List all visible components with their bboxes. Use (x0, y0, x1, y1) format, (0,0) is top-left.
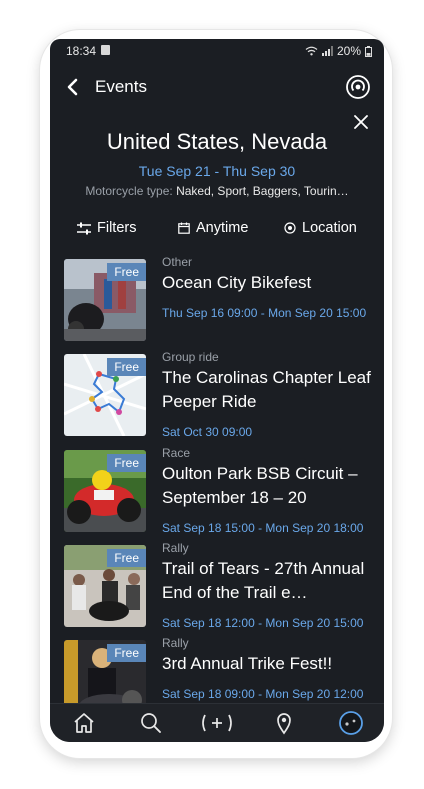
region-title: United States, Nevada (106, 129, 328, 154)
event-datetime: Sat Sep 18 15:00 - Mon Sep 20 18:00 (162, 521, 364, 535)
event-datetime: Sat Sep 18 09:00 - Mon Sep 20 12:00 (162, 687, 364, 701)
event-title: Oulton Park BSB Circuit – September 18 –… (162, 464, 358, 507)
event-title: The Carolinas Chapter Leaf Peeper Ride (162, 368, 371, 411)
event-thumbnail: Free (64, 545, 146, 627)
filters-button[interactable]: Filters (77, 220, 136, 236)
time-filter-button[interactable]: Anytime (178, 220, 248, 236)
profile-icon[interactable] (337, 709, 365, 737)
battery-icon (365, 45, 372, 57)
event-category: Group ride (162, 350, 219, 364)
status-right: 20% (305, 44, 372, 58)
location-filter-button[interactable]: Location (284, 220, 357, 236)
free-badge: Free (107, 644, 146, 662)
free-badge: Free (107, 263, 146, 281)
add-icon[interactable] (199, 709, 235, 737)
location-filter-label: Location (302, 220, 357, 236)
event-title: Ocean City Bikefest (162, 273, 312, 292)
home-icon[interactable] (70, 709, 98, 737)
app-bar: Events (50, 69, 384, 107)
filter-bar: Filters Anytime Location (50, 217, 384, 243)
search-icon[interactable] (137, 709, 165, 737)
signal-icon (321, 46, 333, 56)
free-badge: Free (107, 454, 146, 472)
calendar-icon (178, 222, 190, 234)
event-datetime: Sat Sep 18 12:00 - Mon Sep 20 15:00 (162, 616, 364, 630)
chevron-left-icon[interactable] (64, 77, 84, 97)
free-badge: Free (107, 549, 146, 567)
event-category: Rally (162, 636, 189, 650)
app-screen: 18:34 20% Events United States, Nevada T… (50, 39, 384, 742)
bottom-nav (50, 703, 384, 742)
event-card[interactable]: Free Rally Trail of Tears - 27th Annual … (64, 541, 382, 630)
free-badge: Free (107, 358, 146, 376)
status-time: 18:34 (66, 44, 97, 58)
event-category: Race (162, 446, 191, 460)
event-title: 3rd Annual Trike Fest!! (162, 654, 333, 673)
motorcycle-type-value: Naked, Sport, Baggers, Tourin… (176, 184, 349, 198)
notification-icon (101, 45, 110, 55)
event-category: Other (162, 255, 193, 269)
date-range: Tue Sep 21 - Thu Sep 30 (138, 163, 296, 179)
time-filter-label: Anytime (196, 220, 249, 236)
event-thumbnail: Free (64, 259, 146, 341)
map-pin-icon[interactable] (270, 709, 298, 737)
page-title: Events (95, 77, 147, 96)
wifi-icon (305, 46, 318, 56)
event-card[interactable]: Free Other Ocean City Bikefest Thu Sep 1… (64, 255, 382, 341)
event-category: Rally (162, 541, 189, 555)
event-datetime: Sat Oct 30 09:00 (162, 425, 253, 439)
event-datetime: Thu Sep 16 09:00 - Mon Sep 20 15:00 (162, 306, 367, 320)
filters-label: Filters (97, 220, 137, 236)
location-target-icon (284, 222, 296, 234)
event-card[interactable]: Free Group ride The Carolinas Chapter Le… (64, 350, 382, 439)
motorcycle-type-label: Motorcycle type: (85, 184, 173, 198)
event-title: Trail of Tears - 27th Annual End of the … (162, 559, 365, 602)
event-thumbnail: Free (64, 450, 146, 532)
sliders-icon (77, 222, 91, 234)
event-card[interactable]: Free Race Oulton Park BSB Circuit – Sept… (64, 446, 382, 535)
broadcast-icon[interactable] (344, 73, 372, 101)
battery-percent: 20% (336, 44, 361, 58)
event-thumbnail: Free (64, 354, 146, 436)
motorcycle-type-filter: Motorcycle type: Naked, Sport, Baggers, … (50, 184, 384, 198)
status-bar: 18:34 20% (50, 39, 384, 63)
